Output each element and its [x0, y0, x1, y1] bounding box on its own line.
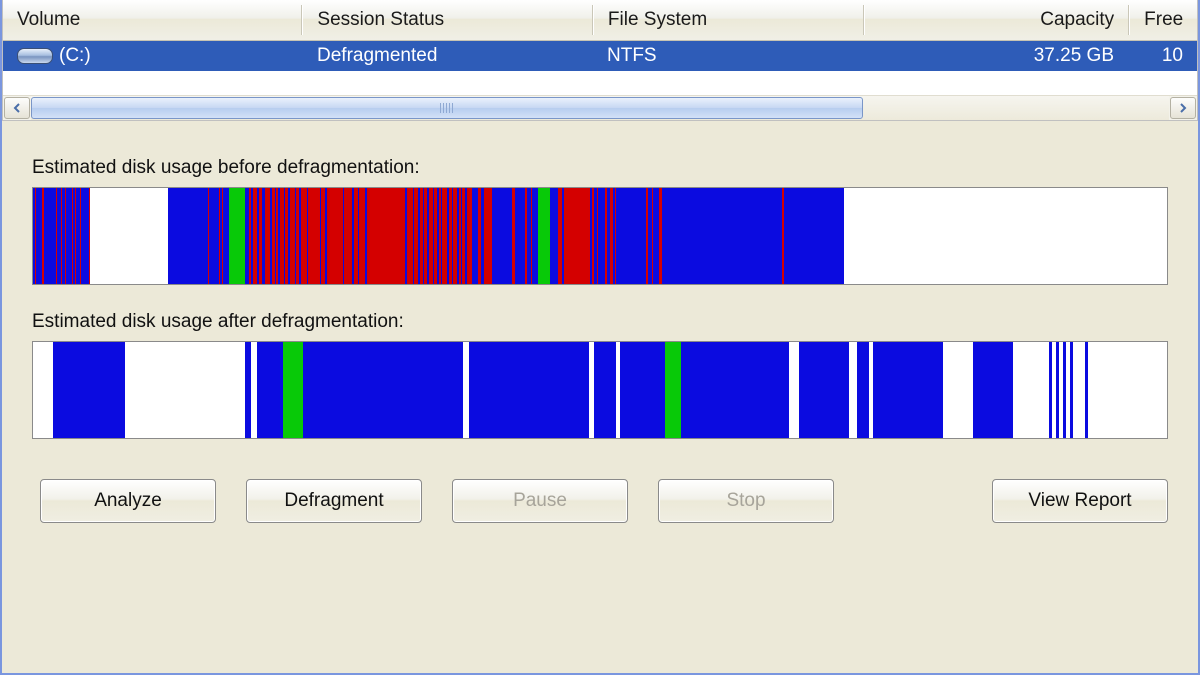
col-header-free[interactable]: Free	[1130, 9, 1197, 31]
usage-bar-after	[32, 341, 1168, 439]
segment-white	[849, 342, 857, 438]
segment-blue	[303, 342, 463, 438]
after-label: Estimated disk usage after defragmentati…	[32, 311, 1168, 333]
segment-blue	[550, 188, 558, 284]
segment-blue	[973, 342, 1013, 438]
segment-blue	[662, 188, 782, 284]
segment-red	[564, 188, 590, 284]
horizontal-scrollbar[interactable]	[3, 95, 1197, 120]
segment-green	[229, 188, 245, 284]
thumb-grip-icon	[440, 103, 454, 113]
segment-blue	[81, 188, 89, 284]
analyze-button[interactable]: Analyze	[40, 479, 216, 523]
segment-blue	[857, 342, 869, 438]
segment-blue	[799, 342, 849, 438]
cell-session-status: Defragmented	[303, 45, 593, 67]
table-row[interactable]: (C:) Defragmented NTFS 37.25 GB 10	[3, 41, 1197, 71]
drive-icon	[17, 48, 53, 64]
col-header-capacity[interactable]: Capacity	[865, 9, 1129, 31]
segment-blue	[53, 342, 125, 438]
segment-white	[943, 342, 973, 438]
chevron-left-icon	[13, 103, 21, 113]
segment-blue	[784, 188, 844, 284]
segment-red	[344, 188, 352, 284]
segment-blue	[209, 188, 219, 284]
col-header-volume[interactable]: Volume	[3, 9, 301, 31]
segment-green	[665, 342, 681, 438]
segment-blue	[257, 342, 283, 438]
segment-red	[367, 188, 405, 284]
volume-label: (C:)	[59, 45, 91, 66]
volume-table: Volume Session Status File System Capaci…	[2, 0, 1198, 121]
defragment-button[interactable]: Defragment	[246, 479, 422, 523]
cell-capacity: 37.25 GB	[863, 45, 1128, 67]
defrag-panel: Volume Session Status File System Capaci…	[0, 0, 1200, 675]
scroll-left-button[interactable]	[4, 97, 30, 119]
segment-white	[844, 188, 1054, 284]
table-header: Volume Session Status File System Capaci…	[3, 0, 1197, 41]
segment-green	[538, 188, 550, 284]
segment-blue	[598, 188, 605, 284]
cell-free: 10	[1128, 45, 1197, 67]
segment-red	[327, 188, 343, 284]
button-row: Analyze Defragment Pause Stop View Repor…	[32, 479, 1168, 523]
scroll-right-button[interactable]	[1170, 97, 1196, 119]
chevron-right-icon	[1179, 103, 1187, 113]
usage-bar-before	[32, 187, 1168, 285]
segment-blue	[681, 342, 789, 438]
cell-file-system: NTFS	[593, 45, 863, 67]
segment-white	[125, 342, 245, 438]
segment-blue	[168, 188, 208, 284]
segment-blue	[44, 188, 56, 284]
segment-blue	[469, 342, 589, 438]
segment-blue	[594, 342, 616, 438]
pause-button: Pause	[452, 479, 628, 523]
segment-blue	[620, 342, 665, 438]
scroll-thumb[interactable]	[31, 97, 863, 119]
before-label: Estimated disk usage before defragmentat…	[32, 157, 1168, 179]
segment-red	[308, 188, 320, 284]
segment-green	[283, 342, 303, 438]
segment-blue	[873, 342, 943, 438]
segment-white	[90, 188, 168, 284]
segment-white	[789, 342, 799, 438]
col-header-file-system[interactable]: File System	[594, 9, 863, 31]
segment-white	[1088, 342, 1168, 438]
segment-red	[484, 188, 492, 284]
segment-blue	[616, 188, 646, 284]
cell-volume: (C:)	[3, 45, 303, 67]
content-area: Estimated disk usage before defragmentat…	[2, 121, 1198, 673]
col-header-session-status[interactable]: Session Status	[303, 9, 591, 31]
stop-button: Stop	[658, 479, 834, 523]
scroll-track[interactable]	[31, 96, 1169, 120]
segment-white	[33, 342, 53, 438]
segment-blue	[492, 188, 512, 284]
segment-white	[1013, 342, 1049, 438]
segment-white	[1073, 342, 1085, 438]
segment-blue	[515, 188, 525, 284]
view-report-button[interactable]: View Report	[992, 479, 1168, 523]
